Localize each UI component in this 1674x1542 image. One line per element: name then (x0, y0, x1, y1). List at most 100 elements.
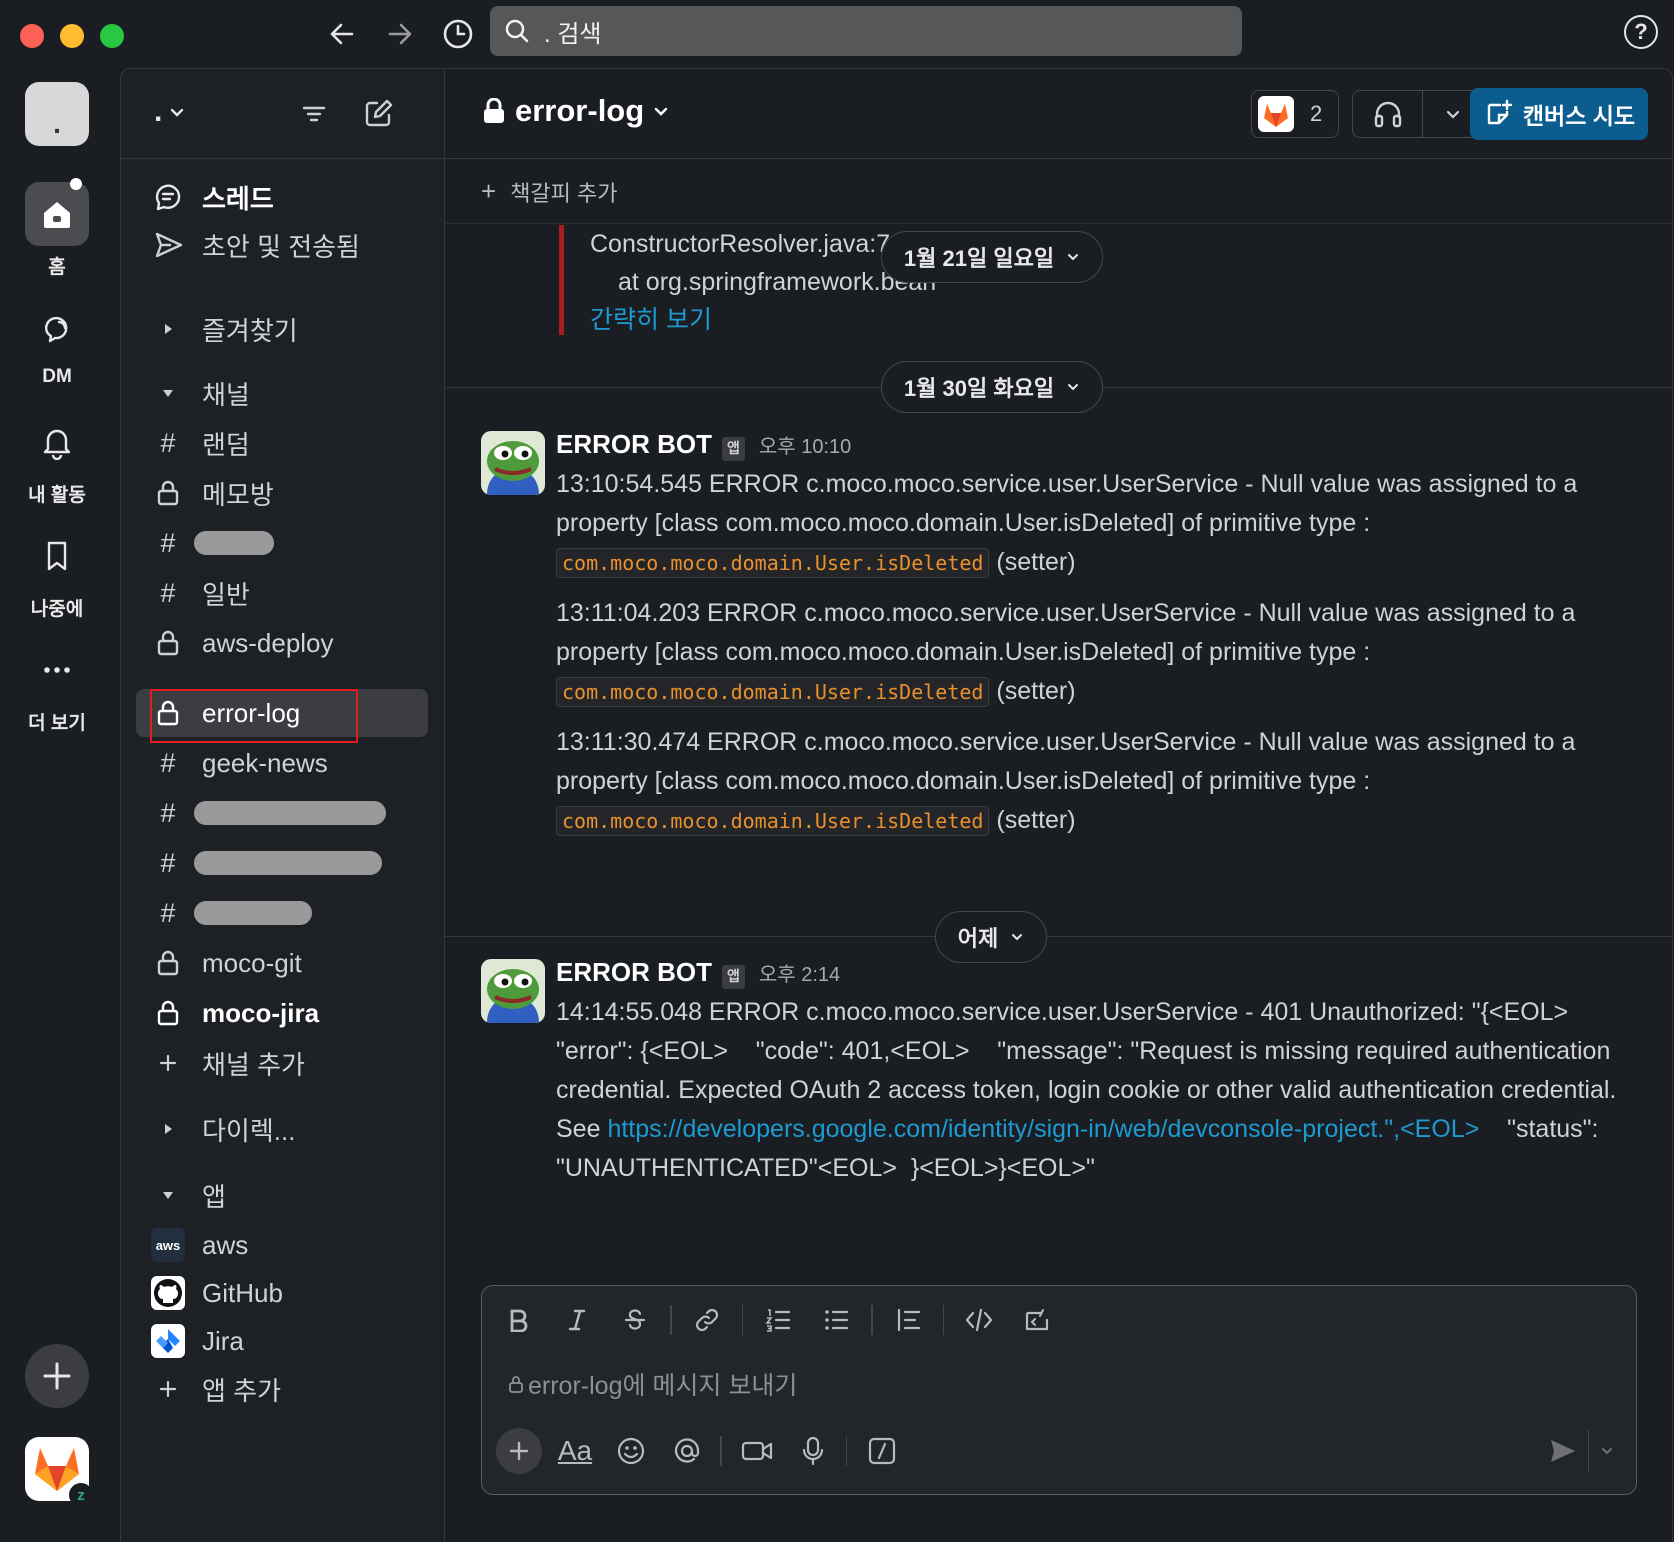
message-link[interactable]: https://developers.google.com/identity/s… (607, 1115, 1479, 1143)
section-label: 채널 (202, 379, 250, 410)
sidebar-app-github[interactable]: GitHub (136, 1269, 428, 1317)
sidebar-app-jira[interactable]: Jira (136, 1317, 428, 1365)
hash-icon: # (160, 797, 176, 828)
more-icon (25, 638, 89, 702)
emoji-button[interactable] (608, 1428, 654, 1474)
date-divider-button[interactable]: 1월 21일 일요일 (881, 231, 1103, 283)
arrow-left-icon (330, 23, 354, 45)
sidebar-channel[interactable]: # 일반 (136, 569, 428, 617)
toolbar-divider (720, 1436, 722, 1466)
channel-title-button[interactable]: error-log (483, 93, 670, 129)
huddle-button[interactable] (1352, 90, 1484, 138)
members-button[interactable]: 2 (1251, 90, 1339, 138)
code-block-icon (1025, 1309, 1049, 1331)
message-input-placeholder: error-log에 메시지 보내기 (528, 1372, 798, 1400)
home-icon (25, 182, 89, 246)
message-timestamp[interactable]: 오후 2:14 (759, 956, 840, 995)
add-workspace-button[interactable] (25, 1344, 89, 1408)
message-composer[interactable]: error-log에 메시지 보내기 Aa (481, 1285, 1637, 1495)
sidebar-channel[interactable]: # 랜덤 (136, 419, 428, 467)
rail-label-later: 나중에 (30, 599, 84, 620)
sidebar-channel-unread[interactable]: moco-jira (136, 989, 428, 1037)
lock-icon (146, 480, 190, 506)
add-channel-button[interactable]: 채널 추가 (136, 1039, 428, 1087)
section-apps[interactable]: 앱 (136, 1171, 428, 1219)
shortcuts-button[interactable] (859, 1428, 905, 1474)
schedule-send-button[interactable] (1588, 1430, 1624, 1472)
rail-item-more[interactable]: 더 보기 (0, 638, 114, 735)
message-input[interactable]: error-log에 메시지 보내기 (508, 1366, 797, 1402)
sidebar-item-threads[interactable]: 스레드 (136, 173, 428, 221)
message-list: ConstructorResolver.java:793) at org.spr… (445, 225, 1673, 1285)
italic-button[interactable] (554, 1298, 600, 1342)
rail-item-dm[interactable]: DM (0, 296, 114, 388)
app-name: GitHub (202, 1277, 283, 1308)
sidebar-channel[interactable]: # (136, 789, 428, 837)
audio-clip-button[interactable] (790, 1428, 836, 1474)
sidebar-channel[interactable]: moco-git (136, 939, 428, 987)
workspace-switcher[interactable]: . (25, 82, 89, 146)
lock-icon (484, 98, 504, 123)
chevron-down-icon (1068, 254, 1079, 261)
date-divider-button[interactable]: 1월 30일 화요일 (881, 361, 1103, 413)
section-channels[interactable]: 채널 (136, 369, 428, 417)
sidebar-item-drafts[interactable]: 초안 및 전송됨 (136, 221, 428, 269)
code-block-button[interactable] (1014, 1298, 1060, 1342)
sidebar-channel[interactable]: # (136, 889, 428, 937)
section-label: 다이렉... (202, 1115, 296, 1146)
search-bar[interactable]: . 검색 (490, 6, 1242, 56)
section-direct-messages[interactable]: 다이렉... (136, 1105, 428, 1153)
formatting-toggle-button[interactable]: Aa (552, 1428, 598, 1474)
bullet-list-button[interactable] (813, 1298, 859, 1342)
section-favorites[interactable]: 즐겨찾기 (136, 305, 428, 353)
message-text: 13:11:30.474 ERROR c.moco.moco.service.u… (556, 728, 1576, 836)
mention-button[interactable] (664, 1428, 710, 1474)
sender-name[interactable]: ERROR BOT (556, 953, 712, 992)
message-timestamp[interactable]: 오후 10:10 (759, 428, 851, 467)
sender-name[interactable]: ERROR BOT (556, 425, 712, 464)
link-button[interactable] (684, 1298, 730, 1342)
rail-label-home: 홈 (48, 257, 66, 278)
rail-item-later[interactable]: 나중에 (0, 524, 114, 621)
strikethrough-button[interactable] (612, 1298, 658, 1342)
show-less-link[interactable]: 간략히 보기 (590, 301, 1159, 339)
sidebar-channel[interactable]: 메모방 (136, 469, 428, 517)
date-divider-line (445, 936, 1673, 937)
code-button[interactable] (956, 1298, 1002, 1342)
attach-button[interactable] (496, 1428, 542, 1474)
canvas-button[interactable]: 캔버스 시도 (1470, 88, 1648, 140)
help-button[interactable]: ? (1624, 15, 1658, 49)
channel-view: error-log 2 캔버스 시도 + 책갈피 추가 ConstructorR… (445, 68, 1673, 1542)
workspace-menu[interactable]: . (154, 95, 186, 129)
sidebar-app-aws[interactable]: aws aws (136, 1221, 428, 1269)
close-window-button[interactable] (20, 24, 44, 48)
sidebar-channel[interactable]: # (136, 839, 428, 887)
add-bookmark-button[interactable]: + 책갈피 추가 (445, 160, 1673, 224)
search-icon (505, 19, 529, 43)
forward-button[interactable] (380, 14, 420, 54)
sidebar-channel[interactable]: aws-deploy (136, 619, 428, 667)
rail-item-activity[interactable]: 내 활동 (0, 410, 114, 507)
add-app-button[interactable]: 앱 추가 (136, 1365, 428, 1413)
compose-button[interactable] (361, 97, 395, 131)
app-name: aws (202, 1229, 249, 1260)
back-button[interactable] (322, 14, 362, 54)
bold-button[interactable] (496, 1298, 542, 1342)
hash-icon: # (160, 897, 176, 928)
ordered-list-button[interactable] (755, 1298, 801, 1342)
github-logo-icon (151, 1276, 185, 1310)
minimize-window-button[interactable] (60, 24, 84, 48)
blockquote-button[interactable] (885, 1298, 931, 1342)
redacted-channel-name (194, 801, 386, 825)
send-button[interactable] (1540, 1430, 1586, 1472)
zoom-window-button[interactable] (100, 24, 124, 48)
history-button[interactable] (438, 14, 478, 54)
rail-item-home[interactable]: 홈 (0, 182, 114, 279)
video-clip-button[interactable] (734, 1428, 780, 1474)
toolbar-divider (942, 1305, 944, 1335)
sidebar-channel[interactable]: # geek-news (136, 739, 428, 787)
chevron-down-icon (1068, 384, 1079, 391)
filter-button[interactable] (297, 97, 331, 131)
plus-icon (509, 1441, 529, 1461)
sidebar-channel[interactable]: # (136, 519, 428, 567)
